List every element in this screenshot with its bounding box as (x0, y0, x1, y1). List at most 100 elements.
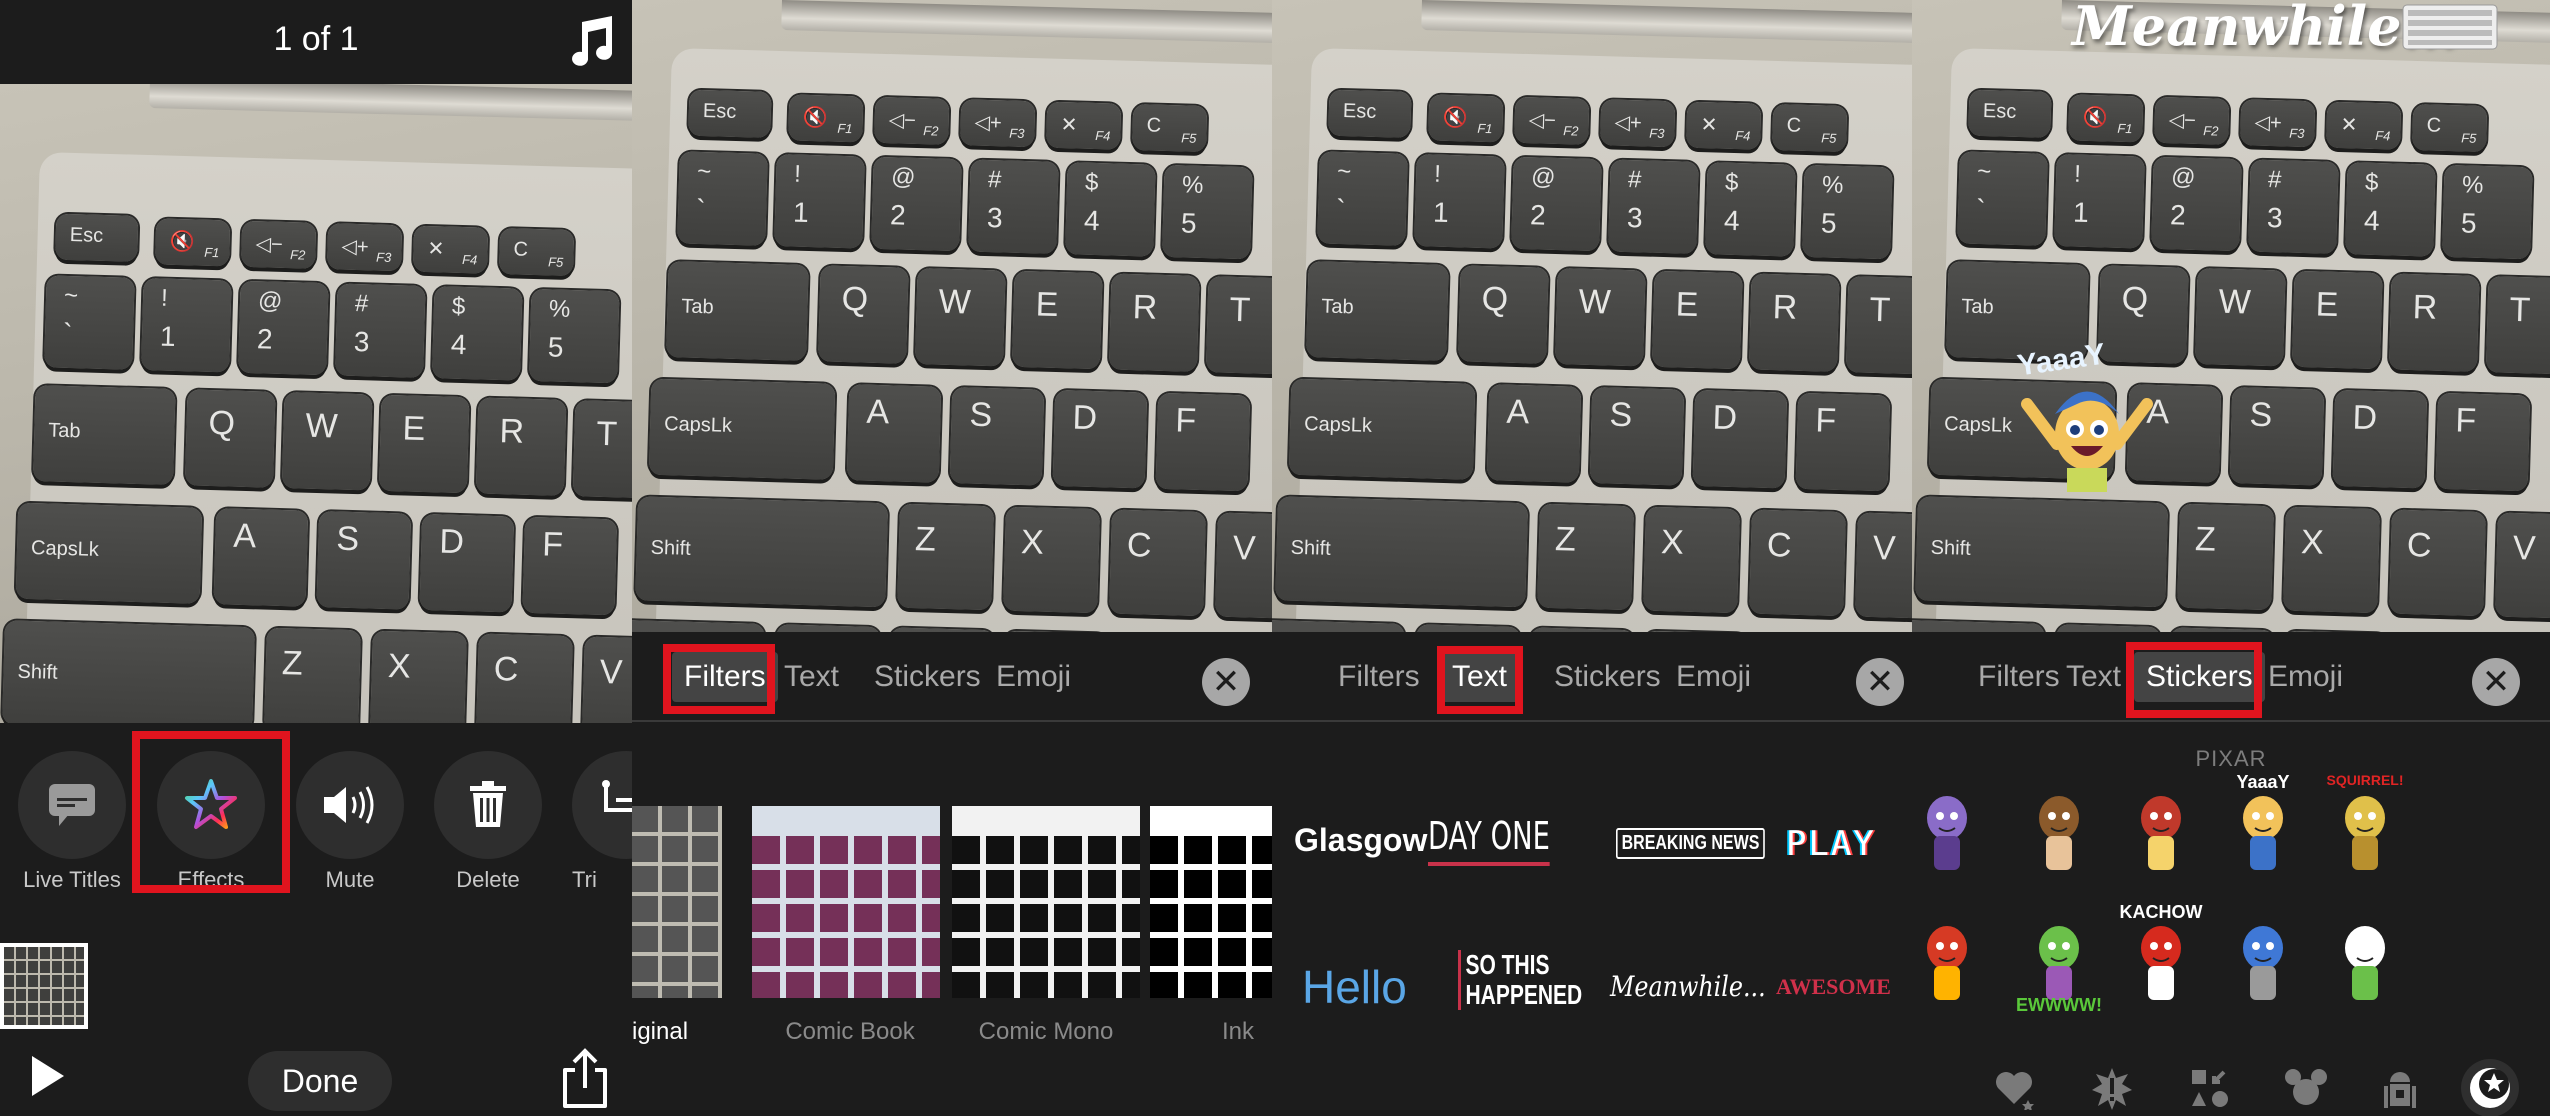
sticker-fear[interactable] (1912, 776, 1992, 886)
tab-stickers[interactable]: Stickers (862, 652, 993, 702)
text-style-day-one[interactable]: DAY ONE (1428, 814, 1550, 866)
sticker-dug[interactable]: SQUIRREL! (2320, 772, 2410, 886)
effects-button[interactable]: Effects (157, 751, 265, 893)
key-capslk: CapsLk (15, 502, 203, 604)
text-style-glasgow[interactable]: Glasgow (1294, 822, 1427, 859)
filter-original[interactable] (632, 806, 722, 998)
key-3: #3 (334, 283, 426, 378)
video-preview[interactable]: Esc 🔇 F1 ◁− F2 ◁+ F3 ✕ F4 C F5 ~ `! 1 @2 #3 $4% 5 Tab Q W E R T… (1272, 0, 1912, 632)
play-icon[interactable] (32, 1056, 64, 1096)
mute-button[interactable]: Mute (296, 751, 404, 893)
key-`: ~ ` (44, 275, 135, 370)
key-r: R (1748, 273, 1840, 372)
text-style-awesome[interactable]: AWESOME (1776, 974, 1891, 1000)
key-`: ~ ` (1957, 151, 2048, 246)
r2d2-icon[interactable] (2378, 1066, 2422, 1110)
tab-stickers[interactable]: Stickers (1542, 652, 1673, 702)
sticker-disgust[interactable]: EWWWW! (2014, 906, 2104, 1016)
key-s: S (316, 511, 412, 610)
key-capslk: CapsLk (648, 378, 836, 480)
key-`: ~ ` (1317, 151, 1408, 246)
key-v: V (1855, 512, 1912, 620)
key-5: % 5 (528, 288, 620, 384)
tab-filters[interactable]: Filters (1326, 652, 1432, 702)
key-3: #3 (968, 159, 1059, 254)
music-note-icon[interactable] (568, 14, 616, 66)
trim-button[interactable]: Tri (572, 751, 632, 893)
sticker-joy[interactable]: YaaaY (2218, 772, 2308, 886)
heart-sparkle-icon[interactable] (1992, 1066, 2036, 1111)
key-3: #3 (2248, 159, 2339, 254)
key-4: $4 (431, 286, 523, 381)
key-f2: ◁− F2 (1514, 96, 1590, 145)
key-v: V (1215, 512, 1272, 620)
live-titles-button[interactable]: Live Titles (18, 751, 126, 893)
tab-text[interactable]: Text (2054, 652, 2133, 702)
sticker-jessie[interactable] (2116, 776, 2206, 886)
done-button[interactable]: Done (248, 1051, 392, 1111)
key-t: T (572, 400, 632, 499)
filter-ink[interactable] (1150, 806, 1272, 998)
effects-tab-bar: Filters Text Stickers Emoji ✕ (1272, 632, 1912, 722)
clip-thumbnail[interactable] (0, 943, 88, 1029)
key-t: T (1845, 276, 1912, 375)
video-preview[interactable]: Esc 🔇 F1 ◁− F2 ◁+ F3 ✕ F4 C F5 ~ `! 1 @2 #3 $4% 5 Tab Q W E R T… (632, 0, 1272, 632)
delete-button[interactable]: Delete (434, 751, 542, 893)
key-f5: C F5 (498, 228, 575, 277)
key-f4: ✕ F4 (1046, 101, 1122, 150)
tab-filters[interactable]: Filters (672, 652, 778, 702)
text-style-hello[interactable]: Hello (1302, 960, 1407, 1014)
filter-comic-book[interactable] (752, 806, 940, 998)
sticker-woody[interactable] (2014, 776, 2104, 886)
filters-list: iginal Comic Book Comic Mono Ink (632, 724, 1272, 1116)
trim-icon (602, 780, 632, 812)
key-f3: ◁+ F3 (1600, 99, 1676, 148)
burst-exclamation-icon[interactable] (2090, 1066, 2134, 1110)
mickey-icon[interactable] (2284, 1066, 2328, 1110)
filter-label: Comic Mono (978, 1018, 1114, 1045)
close-icon[interactable]: ✕ (1856, 658, 1904, 706)
key-d: D (419, 513, 515, 613)
pixar-ball-icon[interactable] (2461, 1059, 2519, 1116)
joy-sticker-overlay[interactable]: YaaaY (2015, 338, 2157, 499)
meanwhile-title-overlay[interactable]: Meanwhile... (2072, 0, 2458, 58)
tab-emoji[interactable]: Emoji (2256, 652, 2355, 702)
sticker-lightning-mcqueen[interactable]: KACHOW (2116, 902, 2206, 1016)
key-r: R (1108, 273, 1200, 372)
shapes-icon[interactable] (2188, 1066, 2232, 1110)
clip-counter: 1 of 1 (273, 20, 359, 58)
key-v: V (581, 636, 632, 723)
key-t: T (1205, 276, 1272, 375)
video-preview[interactable]: Esc 🔇 F1 ◁− F2 ◁+ F3 ✕ F4 C F5 ~ `! 1 @2 #3 $4% 5 Tab Q W E R T… (0, 84, 632, 723)
key-f5: C F5 (2412, 104, 2488, 153)
key-z: Z (264, 627, 361, 723)
sticker-sadness[interactable] (2218, 906, 2308, 1016)
key-shift: Shift (1275, 496, 1529, 608)
key-f1: 🔇 F1 (788, 94, 864, 143)
key-s: S (1589, 387, 1685, 486)
text-style-meanwhile[interactable]: Meanwhile... (1610, 970, 1766, 1003)
sticker-anger[interactable] (1912, 906, 1992, 1016)
text-style-so-this-happened[interactable]: SO THIS HAPPENED (1458, 950, 1582, 1010)
tab-text[interactable]: Text (1440, 652, 1520, 702)
close-icon[interactable]: ✕ (1202, 658, 1250, 706)
text-style-play[interactable]: PLAY (1786, 824, 1876, 864)
key-f5: C F5 (1132, 104, 1208, 153)
video-preview[interactable]: Esc 🔇 F1 ◁− F2 ◁+ F3 ✕ F4 C F5 ~ `! 1 @2 #3 $4% 5 Tab Q W E R T… (1912, 0, 2550, 632)
key-z: Z (1537, 503, 1635, 611)
key-1: ! 1 (1414, 154, 1505, 249)
key-d: D (2332, 389, 2428, 489)
filter-label: Comic Book (785, 1018, 915, 1045)
tab-text[interactable]: Text (772, 652, 851, 702)
filter-comic-mono[interactable] (952, 806, 1140, 998)
key-esc: Esc (688, 89, 772, 138)
tab-emoji[interactable]: Emoji (984, 652, 1083, 702)
key-shift: Shift (1915, 496, 2169, 608)
tab-stickers[interactable]: Stickers (2134, 652, 2265, 702)
sticker-buzz-lightyear[interactable] (2320, 906, 2410, 1016)
text-style-breaking-news[interactable]: BREAKING NEWS (1616, 828, 1765, 859)
close-icon[interactable]: ✕ (2472, 658, 2520, 706)
key-f3: ◁+ F3 (960, 99, 1036, 148)
tab-emoji[interactable]: Emoji (1664, 652, 1763, 702)
share-icon[interactable] (561, 1048, 609, 1110)
